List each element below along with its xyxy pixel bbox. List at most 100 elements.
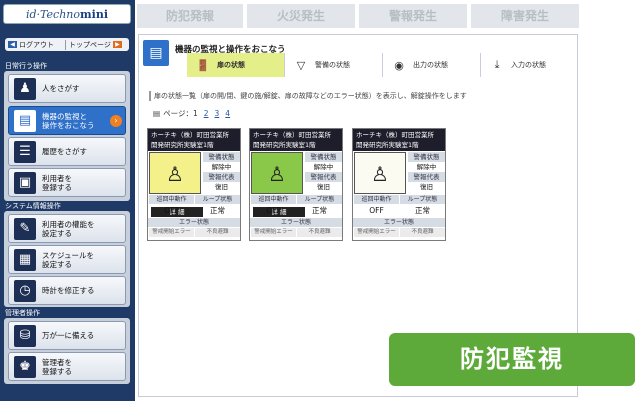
logout-bar: ◀ ログアウト トップページ ▶ bbox=[5, 38, 129, 51]
sidebar-item-register-user[interactable]: ▣ 利用者を 登録する bbox=[8, 168, 126, 197]
sidebar-item-register-admin[interactable]: ♚ 管理者を 登録する bbox=[8, 352, 126, 381]
patrol-label: 巡回中動作 bbox=[354, 195, 399, 204]
sidebar-item-monitor-devices[interactable]: ▤ 機器の監視と 操作をおこなう › bbox=[8, 106, 126, 135]
sidebar-item-backup[interactable]: ⛁ 万が一に備える bbox=[8, 321, 126, 350]
tab-label: 出力の状態 bbox=[413, 61, 448, 69]
pager-label: ページ：1 bbox=[163, 109, 198, 118]
sidebar-item-clock[interactable]: ◷ 時計を修正する bbox=[8, 276, 126, 305]
tab-input-status[interactable]: ⤓ 入力の状態 bbox=[481, 53, 577, 77]
device-icon: ▤ bbox=[143, 40, 169, 66]
sidebar-item-user-rights[interactable]: ✎ 利用者の權能を 設定する bbox=[8, 214, 126, 243]
page-list-icon: ▤ bbox=[153, 109, 161, 118]
sensor-icon: ▽ bbox=[296, 58, 306, 72]
panel-admin: ⛁ 万が一に備える ♚ 管理者を 登録する bbox=[4, 318, 130, 384]
patrol-label: 巡回中動作 bbox=[251, 195, 296, 204]
page-link-3[interactable]: 3 bbox=[215, 109, 220, 118]
sidebar-item-label: 時計を修正する bbox=[42, 286, 95, 295]
description: 扉の状態一覧（扉の開/閉、鍵の施/解錠、扉の故障などのエラー状態）を表示し、解錠… bbox=[149, 91, 467, 101]
sidebar-item-label: 履歴をさがす bbox=[42, 147, 87, 156]
door-name: ホーチキ（株）町田営業所 開発研究所実験室1階 bbox=[250, 129, 342, 151]
input-icon: ⤓ bbox=[494, 58, 500, 71]
tab-fire[interactable]: 火災発生 bbox=[247, 4, 355, 28]
door-name: ホーチキ（株）町田営業所 開発研究所実験室1階 bbox=[353, 129, 445, 151]
id-card-icon: ▣ bbox=[14, 171, 36, 194]
loop-value: 正常 bbox=[210, 206, 225, 215]
toppage-label: トップページ bbox=[69, 40, 111, 49]
door-status-image: ♙ bbox=[354, 152, 406, 194]
sidebar-item-label: 利用者を 登録する bbox=[42, 173, 72, 192]
alarm-label: 警報代表 bbox=[305, 172, 342, 182]
alarm-state: 復旧 bbox=[203, 182, 240, 192]
error-label: エラー状態 bbox=[250, 218, 342, 227]
patrol-label: 巡回中動作 bbox=[149, 195, 194, 204]
panel-daily: ♟ 人をさがす ▤ 機器の監視と 操作をおこなう › ☰ 履歴をさがす ▣ 利用… bbox=[4, 71, 130, 201]
error-value: 不良避難 bbox=[400, 228, 445, 237]
backup-icon: ⛁ bbox=[14, 324, 36, 347]
history-icon: ☰ bbox=[14, 140, 36, 163]
tab-label: 入力の状態 bbox=[511, 61, 546, 69]
door-card: ホーチキ（株）町田営業所 開発研究所実験室1階 ♙ 詳 細 警備状態 解除中 警報… bbox=[249, 128, 343, 241]
sidebar-item-schedule[interactable]: ▦ スケジュールを 設定する bbox=[8, 245, 126, 274]
tab-warning[interactable]: 警報発生 bbox=[359, 4, 467, 28]
door-name: ホーチキ（株）町田営業所 開発研究所実験室1階 bbox=[148, 129, 240, 151]
error-value: 警戒開始エラー bbox=[354, 228, 399, 237]
clock-icon: ◷ bbox=[14, 279, 36, 302]
loop-label: ループ状態 bbox=[195, 195, 240, 204]
patrol-value: OFF bbox=[369, 206, 384, 215]
sidebar-item-label: 利用者の權能を 設定する bbox=[42, 219, 95, 238]
section-label-system: システム情報操作 bbox=[5, 202, 61, 210]
section-label-daily: 日常行う操作 bbox=[5, 62, 47, 70]
error-value: 不良避難 bbox=[297, 228, 342, 237]
logout-button[interactable]: ◀ ログアウト bbox=[5, 40, 65, 50]
door-icon: 🚪 bbox=[196, 58, 210, 72]
door-card: ホーチキ（株）町田営業所 開発研究所実験室1階 ♙ 詳 細 警備状態 解除中 警報… bbox=[147, 128, 241, 241]
page-link-2[interactable]: 2 bbox=[204, 109, 209, 118]
alarm-label: 警報代表 bbox=[203, 172, 240, 182]
logo-prefix: id·Techno bbox=[25, 8, 80, 21]
sidebar-item-label: 機器の監視と 操作をおこなう bbox=[42, 111, 95, 130]
tab-door-status[interactable]: 🚪 扉の状態 bbox=[187, 53, 285, 77]
tab-output-status[interactable]: ◉ 出力の状態 bbox=[383, 53, 481, 77]
guard-state: 解除中 bbox=[408, 162, 445, 172]
error-value: 不良避難 bbox=[195, 228, 240, 237]
logo: id·Technomini bbox=[3, 4, 131, 24]
tab-label: 扉の状態 bbox=[217, 61, 245, 69]
error-label: エラー状態 bbox=[148, 218, 240, 227]
tab-crime-alarm[interactable]: 防犯発報 bbox=[137, 4, 243, 28]
patrol-value: OFF bbox=[164, 206, 179, 215]
tab-fault[interactable]: 障害発生 bbox=[471, 4, 579, 28]
pager: ▤ ページ：1 2 3 4 bbox=[153, 108, 230, 119]
error-value: 警戒開始エラー bbox=[149, 228, 194, 237]
toppage-button[interactable]: トップページ ▶ bbox=[65, 39, 122, 50]
loop-value: 正常 bbox=[415, 206, 430, 215]
crime-monitoring-badge: 防犯監視 bbox=[389, 333, 635, 386]
calendar-icon: ▦ bbox=[14, 248, 36, 271]
sidebar-item-search-person[interactable]: ♟ 人をさがす bbox=[8, 74, 126, 103]
patrol-value: OFF bbox=[266, 206, 281, 215]
loop-label: ループ状態 bbox=[297, 195, 342, 204]
guard-state: 解除中 bbox=[305, 162, 342, 172]
subtabs: 🚪 扉の状態 ▽ 警備の状態 ◉ 出力の状態 ⤓ 入力の状態 bbox=[187, 53, 577, 77]
arrow-left-icon: ◀ bbox=[8, 41, 17, 48]
error-label: エラー状態 bbox=[353, 218, 445, 227]
arrow-right-icon: ▶ bbox=[112, 41, 122, 48]
admin-icon: ♚ bbox=[14, 355, 36, 378]
person-icon: ♙ bbox=[166, 162, 184, 186]
page-link-4[interactable]: 4 bbox=[225, 109, 230, 118]
go-arrow-icon: › bbox=[110, 115, 122, 127]
app-window: id·Technomini ◀ ログアウト トップページ ▶ 日常行う操作 ♟ … bbox=[0, 0, 639, 401]
tab-label: 警備の状態 bbox=[315, 61, 350, 69]
guard-state: 解除中 bbox=[203, 162, 240, 172]
door-status-image: ♙ 詳 細 bbox=[251, 152, 305, 217]
sidebar-item-label: 管理者を 登録する bbox=[42, 357, 72, 376]
person-icon: ♟ bbox=[14, 77, 36, 100]
rights-icon: ✎ bbox=[14, 217, 36, 240]
door-status-image: ♙ 詳 細 bbox=[149, 152, 203, 217]
guard-label: 警備状態 bbox=[408, 152, 445, 162]
guard-label: 警備状態 bbox=[305, 152, 342, 162]
tab-guard-status[interactable]: ▽ 警備の状態 bbox=[285, 53, 383, 77]
sidebar-item-label: スケジュールを 設定する bbox=[42, 250, 94, 269]
sidebar-item-label: 万が一に備える bbox=[42, 331, 95, 340]
sidebar-item-search-history[interactable]: ☰ 履歴をさがす bbox=[8, 137, 126, 166]
alarm-state: 復旧 bbox=[305, 182, 342, 192]
